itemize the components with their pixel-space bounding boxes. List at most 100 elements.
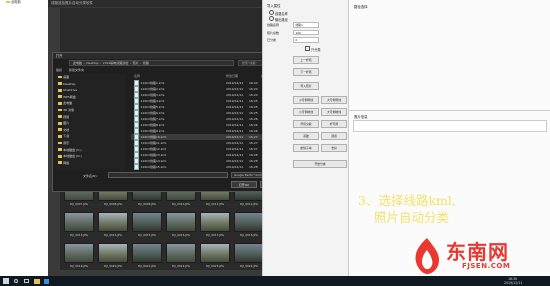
left-nav-tree[interactable]: 此电脑DesktopOneDriveWPS网盘3D 对象视频图片文档下载音乐本地… [0,0,48,276]
folder-icon [58,128,62,132]
category-button[interactable]: 大号侧导线 [321,96,347,104]
photo-filename: DJI_0011.JPG [206,202,224,206]
nav-pane-item[interactable]: 桌面 [55,74,125,81]
explorer-icon[interactable] [34,278,40,284]
file-name: 110kV线路5.kml [140,105,165,109]
properties-panel: 导入属性 线路名称 输出路径 线路名称 线路1 照片总数 100 已分类 0 只分类 上一… [262,0,348,276]
folder-icon [58,82,62,85]
photo-thumbnail[interactable] [200,212,230,232]
photo-thumbnail[interactable] [98,212,128,232]
next-tower-button[interactable]: 下一杆塔 [293,68,319,76]
caption-line-1: 3、选择线路kml, [358,193,456,208]
photo-thumbnail[interactable] [200,243,230,263]
nav-pane-item[interactable]: 文档 [55,127,125,134]
field-label: 已分类 [267,38,277,42]
only-classify-checkbox[interactable]: 只分类 [305,46,321,52]
new-folder-button[interactable]: 新建文件夹 [69,68,84,72]
category-button[interactable]: 基础 [293,132,319,140]
task-view-icon[interactable] [24,279,29,283]
caption-line-2: 照片自动分类 [374,210,450,225]
col-name[interactable]: 名称 [134,74,140,79]
import-photos-button[interactable]: 导入照片 [293,82,319,90]
nav-pane-item[interactable]: Desktop [55,81,125,88]
search-icon[interactable] [14,278,18,283]
category-button[interactable]: 通道 [321,132,347,140]
category-button[interactable]: 小号侧地线 [293,108,319,116]
category-button[interactable]: 绝缘子串 [293,144,319,152]
nav-pane-item[interactable]: 视频 [55,114,125,121]
photo-thumbnail[interactable] [132,243,162,263]
option-radio-2[interactable]: 输出路径 [269,16,288,22]
address-bar[interactable]: 此电脑 › Desktop › 2019输电线路巡检 › 照片 › 线路 [69,60,234,66]
field-input[interactable]: 0 [293,37,319,43]
breadcrumb-item[interactable]: 此电脑 [73,61,82,65]
start-classify-button[interactable]: 开始分类 [293,160,347,168]
app-icon[interactable] [44,278,49,284]
photo-filename: DJI_0008.JPG [104,202,122,206]
photo-thumbnail[interactable] [98,243,128,263]
breadcrumb-item[interactable]: 2019输电线路巡检 [103,61,129,65]
log-title: 照片信息 [354,115,368,119]
photo-thumbnail[interactable] [64,243,94,263]
nav-pane-item[interactable]: 本地磁盘 (C:) [55,147,125,154]
photo-thumbnail[interactable] [166,212,196,232]
photo-thumbnail[interactable] [234,212,264,232]
photo-thumbnail[interactable] [234,243,264,263]
dialog-nav-pane[interactable]: 桌面 Desktop OneDrive WPS网盘 此电脑 3D 对象 视频 图片 文档 下载 音乐… [55,74,125,170]
nav-pane-item[interactable]: 图片 [55,120,125,127]
right-panel: 路径选择 照片信息 [348,0,550,276]
category-button[interactable]: 杆塔全貌 [293,120,319,128]
field-input[interactable]: 100 [293,29,319,35]
organize-button[interactable]: 组织 [56,68,62,72]
nav-pane-item[interactable]: 音乐 [55,140,125,147]
file-name: 110kV线路8.kml [140,123,165,127]
category-button[interactable]: 小号侧导线 [293,96,319,104]
kml-file-icon [134,104,139,110]
log-area[interactable] [353,120,547,132]
app-window-title: 线路巡检照片自动分类软件 [48,0,263,7]
nav-pane-item[interactable]: 此电脑 [55,100,125,107]
photo-filename: DJI_0018.JPG [240,233,258,237]
photo-filename: DJI_0019.JPG [70,264,88,268]
nav-pane-item[interactable]: OneDrive [55,87,125,94]
file-name: 110kV线路4.kml [140,99,165,103]
filename-input[interactable] [108,172,228,178]
nav-pane-item[interactable]: WPS网盘 [55,94,125,101]
photo-thumbnail[interactable] [64,212,94,232]
photo-filename: DJI_0017.JPG [206,233,224,237]
folder-icon [58,141,62,145]
col-date[interactable]: 修改日期 [226,74,238,79]
taskbar: 16:30 2019/12/11 [0,276,550,286]
open-button[interactable]: 打开(O) [231,181,257,188]
photo-thumbnail[interactable] [132,212,162,232]
start-icon[interactable] [3,278,9,284]
photo-filename: DJI_0020.JPG [104,264,122,268]
breadcrumb-item[interactable]: 线路 [143,61,149,65]
folder-icon [58,108,62,112]
prev-tower-button[interactable]: 上一杆塔 [293,56,319,64]
breadcrumb-item[interactable]: 照片 [133,61,139,65]
nav-pane-label: 本地磁盘 (C:) [63,147,82,152]
file-open-dialog: 打开 ✕ 此电脑›Desktop›2019输电线路巡检›照片›线路 搜索"线路"… [52,52,289,192]
category-button[interactable]: 大号侧地线 [321,108,347,116]
nav-pane-item[interactable]: 本地磁盘 (D:) [55,153,125,160]
breadcrumb-item[interactable]: Desktop [86,61,98,65]
photo-filename: DJI_0023.JPG [206,264,224,268]
kml-file-icon [134,128,139,134]
field-input[interactable]: 线路1 [293,22,319,28]
nav-pane-item[interactable]: 3D 对象 [55,107,125,114]
category-button[interactable]: 金具 [321,144,347,152]
caption-overlay: 3、选择线路kml, 照片自动分类 [358,192,508,226]
kml-file-icon [134,164,139,170]
filename-label: 文件名(N): [83,174,98,178]
photo-filename: DJI_0012.JPG [240,202,258,206]
photo-thumbnail[interactable] [166,243,196,263]
category-button[interactable]: 杆号牌 [321,120,347,128]
file-name: 110kV线路15.kml [140,165,167,169]
nav-pane-item[interactable]: 下载 [55,133,125,140]
folder-icon [58,121,62,125]
kml-file-icon [134,122,139,128]
file-name: 110kV线路1.kml [140,81,165,85]
nav-pane-item[interactable]: 网络 [55,160,125,167]
photo-filename: DJI_0016.JPG [172,233,190,237]
